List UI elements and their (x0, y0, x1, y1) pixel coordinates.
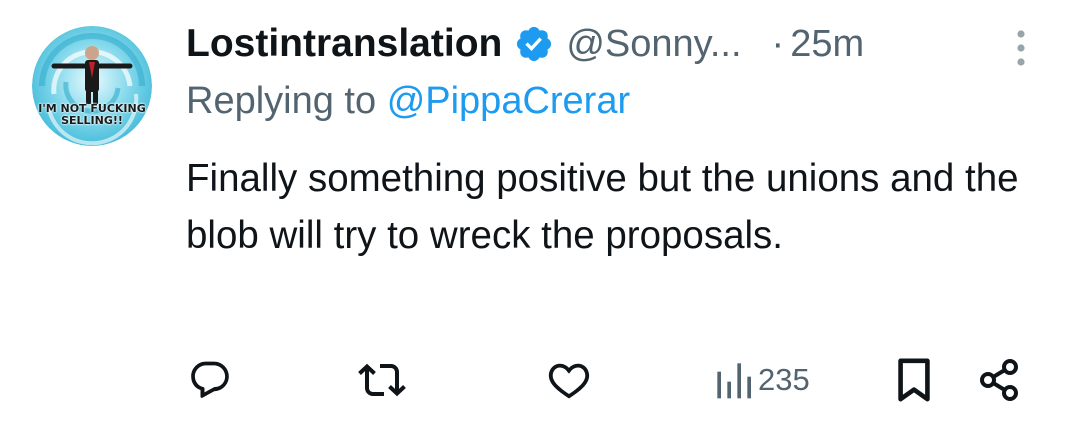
bookmark-icon (898, 358, 930, 402)
timestamp[interactable]: 25m (790, 23, 864, 66)
share-button[interactable] (976, 350, 1024, 410)
tweet-text: Finally something positive but the union… (186, 157, 1019, 257)
bookmark-button[interactable] (894, 350, 934, 410)
separator-dot: · (771, 22, 785, 65)
views-icon (717, 363, 751, 399)
like-button[interactable] (546, 350, 592, 410)
heart-icon (548, 363, 590, 399)
replying-prefix: Replying to (186, 80, 377, 122)
reply-button[interactable] (188, 350, 232, 410)
replying-handle-link[interactable]: @PippaCrerar (387, 80, 630, 122)
retweet-button[interactable] (358, 350, 406, 410)
display-name[interactable]: Lostintranslation (186, 22, 502, 66)
avatar[interactable]: I'M NOT FUCKING SELLING!! (32, 26, 152, 146)
avatar-caption-line2: SELLING!! (61, 114, 123, 127)
verified-badge-icon[interactable] (514, 24, 554, 64)
tweet-header: Lostintranslation @Sonny... · 25m (186, 18, 864, 70)
user-handle[interactable]: @Sonny... (566, 23, 741, 66)
share-icon (980, 359, 1018, 401)
views-button[interactable]: 235 (714, 350, 810, 410)
avatar-image (32, 26, 152, 146)
more-options-icon[interactable] (1009, 26, 1033, 70)
action-bar: 235 (0, 350, 1080, 410)
reply-icon (191, 361, 229, 398)
replying-to: Replying to @PippaCrerar (186, 80, 630, 123)
avatar-caption: I'M NOT FUCKING SELLING!! (32, 103, 152, 127)
retweet-icon (358, 363, 406, 397)
views-count: 235 (758, 362, 810, 397)
